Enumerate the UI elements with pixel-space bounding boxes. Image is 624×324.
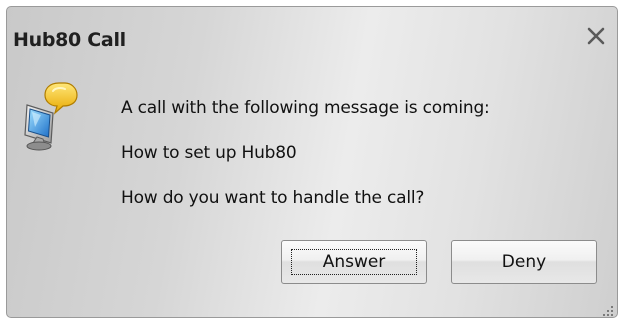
deny-button-label: Deny <box>501 252 547 272</box>
dialog-title: Hub80 Call <box>13 29 126 51</box>
call-message-text: How to set up Hub80 <box>121 143 297 163</box>
answer-button-label: Answer <box>322 252 386 272</box>
call-message-intro: A call with the following message is com… <box>121 98 490 118</box>
deny-button[interactable]: Deny <box>451 240 597 284</box>
call-dialog: Hub80 Call A call with the following mes… <box>6 6 618 318</box>
close-icon <box>586 26 606 46</box>
call-handling-question: How do you want to handle the call? <box>121 188 425 208</box>
answer-button[interactable]: Answer <box>281 240 427 284</box>
computer-chat-icon <box>21 79 89 155</box>
close-button[interactable] <box>583 23 609 49</box>
resize-grip-icon[interactable] <box>602 302 614 316</box>
